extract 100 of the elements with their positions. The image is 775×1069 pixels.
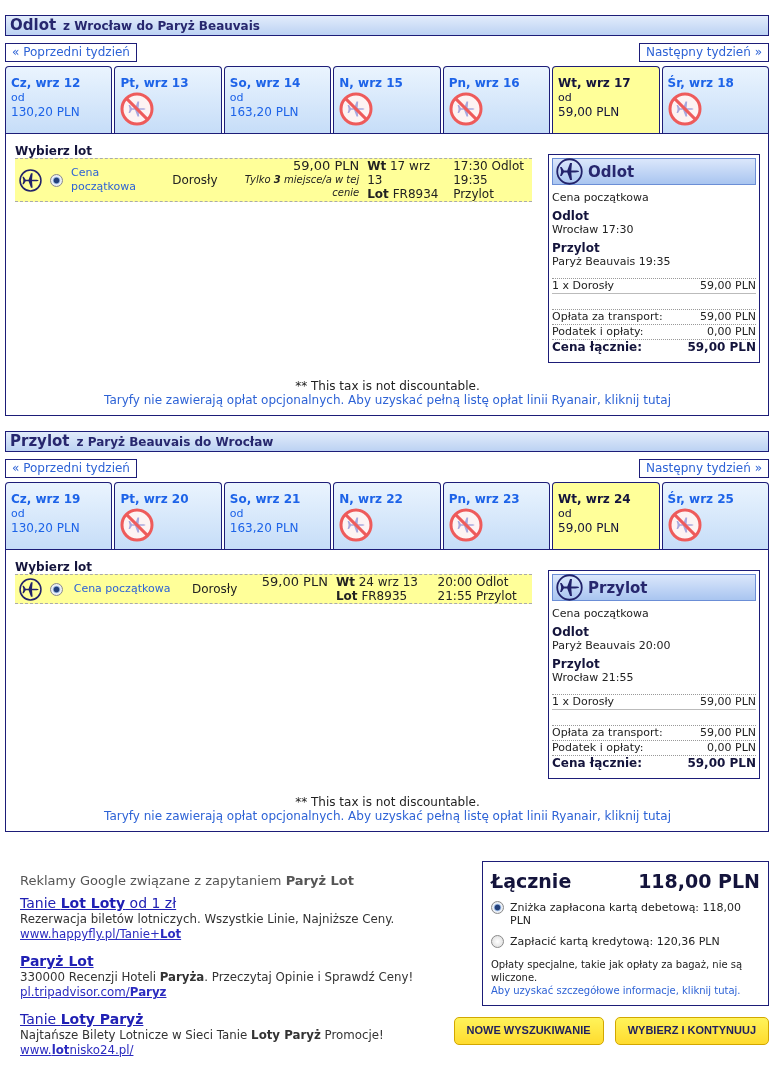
action-button[interactable]: NOWE WYSZUKIWANIE [453,1017,604,1045]
ad-title-link[interactable]: Tanie Lot Loty od 1 zł [20,895,177,912]
payment-option-label: Zniżka zapłacona kartą debetową: 118,00 PLN [510,901,743,927]
price-label: 1 x Dorosły [552,695,615,709]
fees-link[interactable]: Taryfy nie zawierają opłat opcjonalnych. Aby uzyskać pełną listę opłat linii Ryanair, kliknij tutaj [104,393,671,407]
passenger-type: Dorosły [172,173,218,187]
charge-value: 0,00 PLN [707,325,756,339]
charge-value: 0,00 PLN [707,741,756,755]
ad-title-link[interactable]: Tanie Loty Paryż [20,1011,144,1028]
day-tab[interactable]: Śr, wrz 25 [661,482,769,549]
departure-detail: Paryż Beauvais 20:00 [552,639,672,653]
plane-icon [556,574,583,601]
action-button[interactable]: WYBIERZ I KONTYNUUJ [614,1017,769,1045]
payment-option-label: Zapłacić kartą kredytową: 120,36 PLN [510,935,720,948]
previous-week-button[interactable]: « Poprzedni tydzień [5,459,137,478]
fees-note: Opłaty specjalne, takie jak opłaty za bagaż, nie są wliczone. [491,958,744,984]
day-tab[interactable]: So, wrz 14 od 163,20 PLN [223,66,332,133]
departure-heading: Odlot [552,625,590,639]
ad-description: 330000 Recenzji Hoteli Paryża. Przeczytaj Opinie i Sprawdź Ceny! [20,970,415,985]
day-tab[interactable]: Wt, wrz 17 od 59,00 PLN [552,66,660,133]
plane-icon [19,577,42,601]
price-value: 59,00 PLN [700,279,756,293]
total-label: Łącznie [491,869,572,893]
no-flights-icon [448,508,483,542]
radio-button[interactable] [491,935,504,948]
no-flights-icon [120,508,155,542]
flight-number: Lot FR8935 [335,589,409,603]
flight-row[interactable]: Cena początkowa Dorosły 59,00 PLN Wt 24 wrz 13 Lot FR8935 20:00 Odlot 21:55 Przylot [15,574,532,604]
fare-link[interactable]: Cena początkowa [73,582,184,596]
flight-price: 59,00 PLN [260,575,328,589]
departure-time: 20:00 Odlot [437,575,510,589]
no-flights-icon [667,92,702,126]
summary-title: Odlot [588,162,635,181]
seats-note: Tylko 3 miejsce/a w tej cenie [243,173,360,199]
price-label: 1 x Dorosły [552,279,615,293]
charge-value: 59,00 PLN [700,726,756,740]
ad-url-link[interactable]: www.lotnisko24.pl/ [20,1043,134,1058]
charge-value: 59,00 PLN [700,310,756,324]
plane-icon [19,168,42,192]
total-label: Cena łącznie: [552,340,642,354]
total-value: 59,00 PLN [687,340,756,354]
charge-label: Opłata za transport: [552,726,663,740]
next-week-button[interactable]: Następny tydzień » [639,43,769,62]
arrival-detail: Paryż Beauvais 19:35 [552,255,672,269]
arrival-heading: Przylot [552,657,601,671]
price-value: 59,00 PLN [700,695,756,709]
day-tab[interactable]: Wt, wrz 24 od 59,00 PLN [552,482,660,549]
flight-price: 59,00 PLN [292,159,360,173]
day-tab[interactable]: N, wrz 15 [333,66,441,133]
day-tab[interactable]: So, wrz 21 od 163,20 PLN [223,482,332,549]
day-tab[interactable]: Pt, wrz 20 [114,482,222,549]
passenger-type: Dorosły [191,582,238,596]
no-flights-icon [120,92,155,126]
no-flights-icon [339,508,374,542]
charge-label: Podatek i opłaty: [552,741,644,755]
radio-button[interactable] [50,174,63,187]
details-link[interactable]: Aby uzyskać szczegółowe informacje, kliknij tutaj. [491,984,760,997]
no-flights-icon [339,92,374,126]
radio-button[interactable] [491,901,504,914]
departure-time: 17:30 Odlot [453,159,525,173]
arrival-heading: Przylot [552,241,601,255]
total-label: Cena łącznie: [552,756,642,770]
radio-button[interactable] [50,583,63,596]
fees-link[interactable]: Taryfy nie zawierają opłat opcjonalnych. Aby uzyskać pełną listę opłat linii Ryanair, kliknij tutaj [104,809,671,823]
day-tab[interactable]: Pn, wrz 23 [442,482,551,549]
total-amount: 118,00 PLN [638,869,760,893]
flight-row[interactable]: Cena początkowa Dorosły 59,00 PLN Tylko 3 miejsce/a w tej cenie Wt 17 wrz 13 Lot FR8934 17:30 Odlot 19:35 Przylot [15,158,532,202]
ad-description: Najtańsze Bilety Lotnicze w Sieci Tanie Loty Paryż Promocje! [20,1028,385,1043]
day-tab[interactable]: Pt, wrz 13 [114,66,222,133]
charge-label: Opłata za transport: [552,310,663,324]
arrival-time: 19:35 Przylot [453,173,495,201]
fare-name: Cena początkowa [552,607,650,621]
tax-note: ** This tax is not discountable. [294,379,481,393]
tax-note: ** This tax is not discountable. [294,795,481,809]
route-text: z Paryż Beauvais do Wrocław [76,435,274,450]
section-title: Odlot [10,16,57,35]
next-week-button[interactable]: Następny tydzień » [639,459,769,478]
no-flights-icon [667,508,702,542]
day-tab[interactable]: Cz, wrz 12 od 130,20 PLN [5,66,113,133]
total-value: 59,00 PLN [687,756,756,770]
summary-title: Przylot [588,578,648,597]
day-tab[interactable]: Pn, wrz 16 [442,66,551,133]
fare-link[interactable]: Cena początkowa [71,166,165,194]
route-text: z Wrocław do Paryż Beauvais [63,19,260,34]
flight-date: Wt 17 wrz 13 [367,159,432,187]
day-tab[interactable]: N, wrz 22 [333,482,441,549]
no-flights-icon [448,92,483,126]
day-tab[interactable]: Cz, wrz 19 od 130,20 PLN [5,482,113,549]
flight-date: Wt 24 wrz 13 [335,575,419,589]
section-label: Wybierz lot [15,144,94,158]
flight-number: Lot FR8934 [367,187,440,201]
arrival-detail: Wrocław 21:55 [552,671,635,685]
ad-url-link[interactable]: pl.tripadvisor.com/Paryz [20,985,167,1000]
ad-url-link[interactable]: www.happyfly.pl/Tanie+Lot [20,927,182,942]
ad-title-link[interactable]: Paryż Lot [20,953,94,970]
arrival-time: 21:55 Przylot [437,589,518,603]
previous-week-button[interactable]: « Poprzedni tydzień [5,43,137,62]
ads-heading: Reklamy Google związane z zapytaniem Paryż Lot [20,873,355,889]
plane-icon [556,158,583,185]
day-tab[interactable]: Śr, wrz 18 [661,66,769,133]
